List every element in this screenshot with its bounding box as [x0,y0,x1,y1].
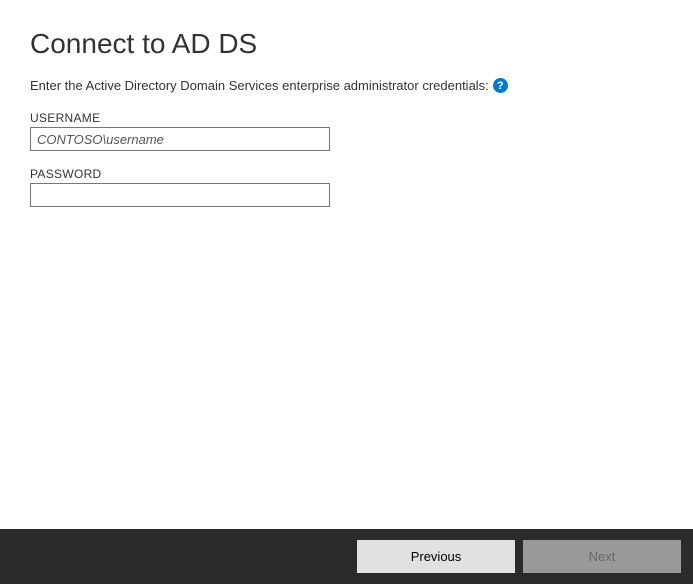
instruction-row: Enter the Active Directory Domain Servic… [30,78,663,93]
username-field[interactable] [30,127,330,151]
next-button: Next [523,540,681,573]
help-icon[interactable]: ? [493,78,508,93]
password-label: PASSWORD [30,167,663,181]
username-label: USERNAME [30,111,663,125]
password-group: PASSWORD [30,167,663,207]
instruction-text: Enter the Active Directory Domain Servic… [30,78,489,93]
username-group: USERNAME [30,111,663,151]
footer-bar: Previous Next [0,529,693,584]
page-title: Connect to AD DS [30,28,663,60]
main-content: Connect to AD DS Enter the Active Direct… [0,0,693,529]
password-field[interactable] [30,183,330,207]
previous-button[interactable]: Previous [357,540,515,573]
